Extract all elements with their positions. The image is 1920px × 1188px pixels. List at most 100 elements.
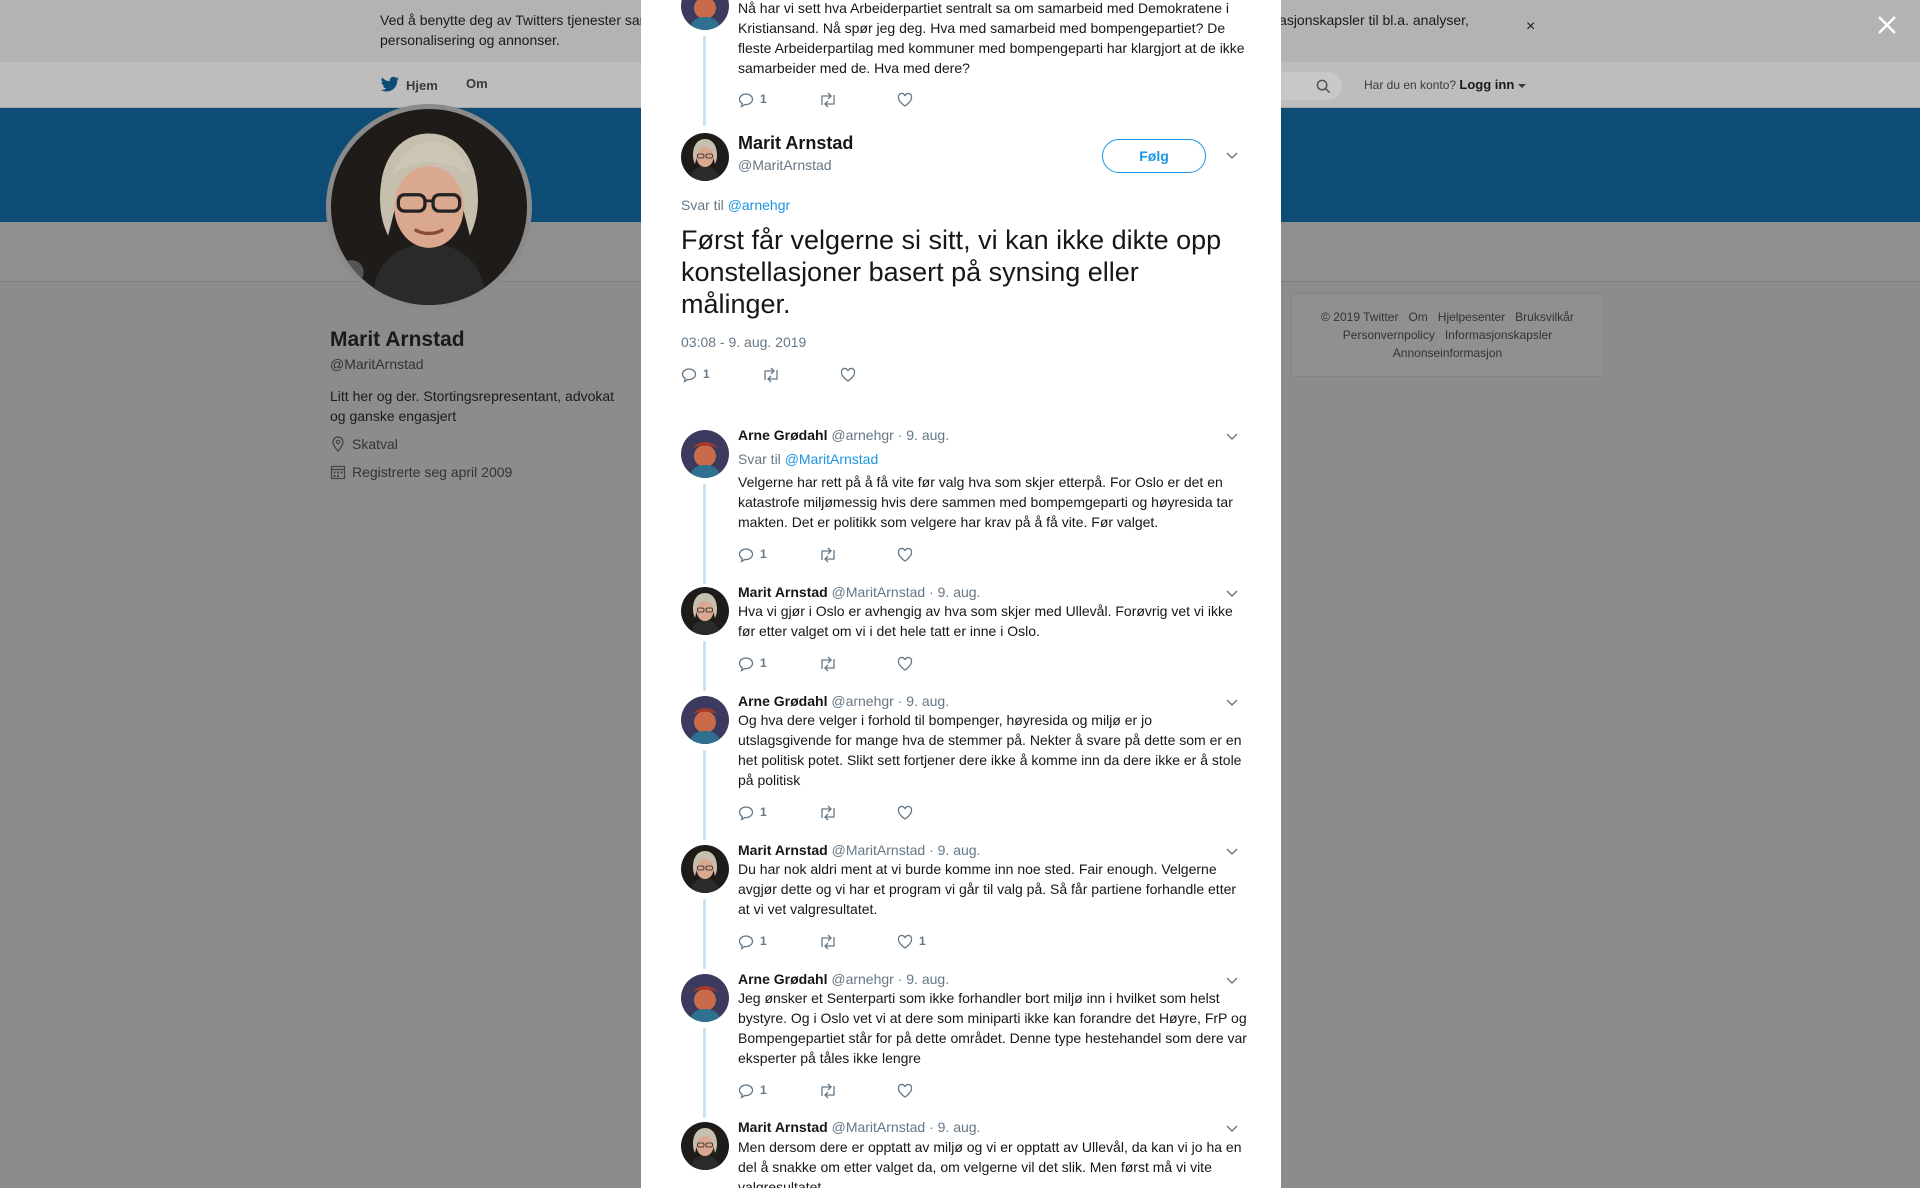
tweet-author-name[interactable]: Arne Grødahl	[738, 971, 827, 987]
tweet-author-name[interactable]: Marit Arnstad	[738, 1119, 828, 1135]
tweet-author-handle[interactable]: @arnehgr	[831, 971, 893, 987]
chevron-down-icon[interactable]	[1225, 429, 1239, 443]
reply-to-link[interactable]: @arnehgr	[728, 197, 790, 213]
tweet-date[interactable]: · 9. aug.	[898, 427, 949, 443]
nav-about-link[interactable]: Om	[466, 76, 488, 91]
chevron-down-icon[interactable]	[1225, 586, 1239, 600]
avatar[interactable]	[681, 430, 729, 478]
footer-link-about[interactable]: Om	[1408, 310, 1427, 324]
profile-joined: Registrerte seg april 2009	[330, 464, 512, 480]
thread-line	[703, 36, 706, 126]
retweet-button[interactable]	[761, 367, 787, 383]
have-account-text: Har du en konto?	[1364, 78, 1457, 92]
tweet-text: Du har nok aldri ment at vi burde komme …	[738, 861, 1237, 917]
reply-button[interactable]: 1	[681, 367, 710, 383]
cookie-close-button[interactable]: ×	[1526, 18, 1535, 36]
chevron-down-icon[interactable]	[1225, 973, 1239, 987]
tweet-timestamp[interactable]: 03:08 - 9. aug. 2019	[681, 334, 806, 350]
reply-icon	[738, 935, 754, 950]
avatar[interactable]	[681, 974, 729, 1022]
reply-button[interactable]: 1	[738, 92, 767, 108]
retweet-button[interactable]	[818, 805, 844, 821]
reply-context: Svar til @MaritArnstad	[738, 451, 878, 467]
heart-icon	[840, 367, 856, 382]
tweet-author-name[interactable]: Arne Grødahl	[738, 693, 827, 709]
close-modal-icon[interactable]	[1876, 14, 1898, 36]
follow-button[interactable]: Følg	[1102, 139, 1206, 173]
retweet-button[interactable]	[818, 92, 844, 108]
login-link[interactable]: Logg inn	[1459, 77, 1514, 92]
avatar[interactable]	[681, 1122, 729, 1170]
profile-handle[interactable]: @MaritArnstad	[330, 356, 424, 372]
avatar[interactable]	[681, 133, 729, 181]
tweet-header: Arne Grødahl @arnehgr · 9. aug.	[738, 693, 949, 709]
tweet-author-name[interactable]: Marit Arnstad	[738, 133, 853, 154]
tweet-author-handle[interactable]: @MaritArnstad	[832, 842, 926, 858]
thread-line	[703, 484, 706, 584]
tweet-date[interactable]: · 9. aug.	[929, 584, 980, 600]
footer-link-help[interactable]: Hjelpesenter	[1438, 310, 1505, 324]
tweet-author-handle[interactable]: @arnehgr	[831, 693, 893, 709]
avatar[interactable]	[681, 587, 729, 635]
tweet-text: Nå har vi sett hva Arbeiderpartiet sentr…	[738, 0, 1245, 76]
footer-link-terms[interactable]: Bruksvilkår	[1515, 310, 1574, 324]
tweet-author-handle[interactable]: @MaritArnstad	[832, 584, 926, 600]
footer-link-ads[interactable]: Annonseinformasjon	[1393, 346, 1502, 360]
tweet-modal: Nå har vi sett hva Arbeiderpartiet sentr…	[641, 0, 1281, 1188]
calendar-icon	[330, 465, 346, 480]
like-button[interactable]	[840, 367, 862, 383]
retweet-button[interactable]	[818, 547, 844, 563]
nav-home-link[interactable]: Hjem	[380, 76, 438, 94]
like-button[interactable]	[897, 92, 919, 108]
tweet-author-name[interactable]: Arne Grødahl	[738, 427, 827, 443]
reply-icon	[738, 548, 754, 563]
reply-button[interactable]: 1	[738, 805, 767, 821]
arne-avatar-image	[681, 974, 729, 1022]
reply-button[interactable]: 1	[738, 547, 767, 563]
reply-count: 1	[760, 934, 767, 948]
tweet-header: Arne Grødahl @arnehgr · 9. aug.	[738, 971, 949, 987]
footer-link-cookies[interactable]: Informasjonskapsler	[1445, 328, 1552, 342]
like-button[interactable]: 1	[897, 934, 926, 950]
tweet-date[interactable]: · 9. aug.	[929, 842, 980, 858]
like-count: 1	[919, 934, 926, 948]
reply-to-link[interactable]: @MaritArnstad	[785, 451, 879, 467]
marit-avatar-image	[681, 1122, 729, 1170]
tweet-date[interactable]: · 9. aug.	[898, 693, 949, 709]
thread-line	[703, 750, 706, 840]
avatar[interactable]	[681, 696, 729, 744]
footer-link-privacy[interactable]: Personvernpolicy	[1343, 328, 1435, 342]
nav-home-label: Hjem	[406, 77, 438, 93]
tweet-author-name[interactable]: Marit Arnstad	[738, 584, 828, 600]
tweet-author-handle[interactable]: @MaritArnstad	[832, 1119, 926, 1135]
reply-button[interactable]: 1	[738, 934, 767, 950]
profile-avatar[interactable]	[326, 104, 532, 310]
chevron-down-icon[interactable]	[1225, 695, 1239, 709]
like-button[interactable]	[897, 1083, 919, 1099]
avatar[interactable]	[681, 0, 729, 30]
marit-avatar-image	[681, 587, 729, 635]
caret-down-icon[interactable]	[1517, 83, 1526, 89]
reply-button[interactable]: 1	[738, 656, 767, 672]
tweet-date[interactable]: · 9. aug.	[898, 971, 949, 987]
like-button[interactable]	[897, 547, 919, 563]
search-icon[interactable]	[1316, 79, 1331, 94]
tweet-author-handle[interactable]: @MaritArnstad	[738, 157, 832, 173]
reply-button[interactable]: 1	[738, 1083, 767, 1099]
retweet-button[interactable]	[818, 1083, 844, 1099]
like-button[interactable]	[897, 805, 919, 821]
chevron-down-icon[interactable]	[1225, 148, 1239, 162]
heart-icon	[897, 1083, 913, 1098]
tweet-date[interactable]: · 9. aug.	[929, 1119, 980, 1135]
retweet-button[interactable]	[818, 934, 844, 950]
chevron-down-icon[interactable]	[1225, 1121, 1239, 1135]
profile-location: Skatval	[330, 436, 398, 452]
tweet-author-handle[interactable]: @arnehgr	[831, 427, 893, 443]
retweet-button[interactable]	[818, 656, 844, 672]
like-button[interactable]	[897, 656, 919, 672]
marit-avatar-image	[331, 109, 527, 305]
chevron-down-icon[interactable]	[1225, 844, 1239, 858]
tweet-author-name[interactable]: Marit Arnstad	[738, 842, 828, 858]
profile-name[interactable]: Marit Arnstad	[330, 328, 465, 352]
avatar[interactable]	[681, 845, 729, 893]
